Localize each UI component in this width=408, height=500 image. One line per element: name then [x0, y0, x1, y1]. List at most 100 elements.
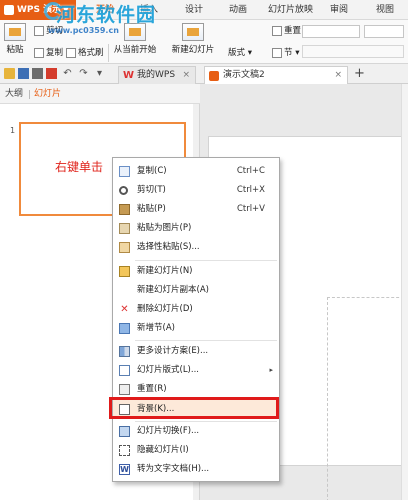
save-icon[interactable]: [18, 68, 29, 79]
menu-bar: WPS 演示 ▼ 开始 插入 设计 动画 幻灯片放映 审阅 视图: [0, 0, 408, 20]
doc-tab-label: 演示文稿2: [223, 70, 265, 80]
menu-item-add-section[interactable]: 新增节(A): [113, 319, 279, 338]
slide-thumbnail-text: 右键单击: [55, 160, 104, 174]
menu-item-label: 新建幻灯片副本(A): [137, 285, 209, 295]
cut-button[interactable]: 剪切: [34, 24, 63, 36]
wps-w-icon: W: [123, 70, 135, 81]
format-painter-button[interactable]: 格式刷: [66, 46, 104, 58]
copy-label: 复制: [46, 48, 64, 58]
menu-item-label: 粘贴(P): [137, 204, 166, 214]
content-placeholder[interactable]: [327, 297, 408, 500]
font-name-select[interactable]: [302, 25, 360, 38]
hide-slide-icon: [119, 445, 130, 456]
tab-home[interactable]: 开始: [96, 0, 114, 20]
chevron-down-icon: ▾: [245, 48, 252, 58]
reset-icon: [272, 25, 282, 36]
menu-item-label: 新增节(A): [137, 323, 175, 333]
section-button[interactable]: 节 ▾: [272, 46, 299, 58]
panel-tabs: 大纲 幻灯片: [0, 84, 200, 104]
menu-separator: [135, 260, 277, 261]
tab-view[interactable]: 视图: [376, 0, 394, 20]
scissors-icon: [34, 25, 44, 36]
undo-icon[interactable]: ↶: [62, 68, 73, 79]
menu-item-paste-as-image[interactable]: 粘贴为图片(P): [113, 219, 279, 238]
menu-item-duplicate-slide[interactable]: 新建幻灯片副本(A): [113, 281, 279, 300]
new-slide-button[interactable]: 新建幻灯片: [170, 23, 216, 55]
wps-logo-icon: [4, 4, 14, 15]
format-painter-label: 格式刷: [78, 48, 104, 58]
close-icon[interactable]: ×: [334, 67, 342, 84]
menu-item-slide-transition[interactable]: 幻灯片切换(F)...: [113, 422, 279, 441]
menu-item-reset[interactable]: 重置(R): [113, 380, 279, 399]
transition-icon: [119, 426, 130, 437]
menu-item-label: 选择性粘贴(S)...: [137, 242, 200, 252]
layout-button[interactable]: 版式 ▾: [228, 46, 252, 58]
submenu-arrow-icon: ▸: [269, 366, 273, 374]
close-icon[interactable]: ×: [182, 67, 190, 84]
new-slide-icon: [182, 23, 204, 41]
menu-item-slide-layout[interactable]: 幻灯片版式(L)... ▸: [113, 361, 279, 380]
copy-icon: [119, 166, 130, 177]
menu-item-shortcut: Ctrl+X: [236, 185, 265, 195]
chevron-down-icon: ▾: [292, 48, 300, 58]
cut-label: 剪切: [46, 26, 64, 36]
menu-item-hide-slide[interactable]: 隐藏幻灯片(I): [113, 441, 279, 460]
font-format-toolbar[interactable]: [302, 45, 404, 58]
section-label: 节: [284, 48, 293, 58]
background-icon: [119, 404, 130, 415]
quick-access-toolbar: ↶ ↷ ▾ W 我的WPS × 演示文稿2 × +: [0, 64, 408, 84]
presentation-icon: [209, 71, 219, 81]
copy-icon: [34, 47, 44, 58]
from-current-label: 从当前开始: [113, 45, 157, 55]
menu-item-new-slide[interactable]: 新建幻灯片(N): [113, 262, 279, 281]
menu-item-shortcut: Ctrl+V: [236, 204, 265, 214]
ribbon: 粘贴 剪切 复制 格式刷 从当前开始 新建幻灯片 版式 ▾ 重置 节 ▾: [0, 20, 408, 64]
menu-item-label: 复制(C): [137, 166, 167, 176]
section-icon: [272, 47, 282, 58]
print-icon[interactable]: [32, 68, 43, 79]
menu-item-cut[interactable]: 剪切(T) Ctrl+X: [113, 181, 279, 200]
export-pdf-icon[interactable]: [46, 68, 57, 79]
menu-item-background[interactable]: 背景(K)...: [113, 400, 279, 419]
doc-tab-presentation[interactable]: 演示文稿2 ×: [204, 66, 348, 84]
section-icon: [119, 323, 130, 334]
redo-icon[interactable]: ↷: [78, 68, 89, 79]
tab-insert[interactable]: 插入: [140, 0, 158, 20]
menu-item-shortcut: Ctrl+C: [236, 166, 265, 176]
menu-item-label: 更多设计方案(E)...: [137, 346, 209, 356]
tab-slides[interactable]: 幻灯片: [34, 84, 61, 104]
menu-item-label: 转为文字文档(H)...: [137, 464, 210, 474]
tab-divider: [29, 90, 30, 99]
editor-scrollbar[interactable]: [401, 84, 408, 500]
open-folder-icon[interactable]: [4, 68, 15, 79]
copy-button[interactable]: 复制: [34, 46, 63, 58]
doc-tab-my-wps[interactable]: W 我的WPS ×: [118, 66, 196, 84]
delete-icon: ✕: [120, 304, 129, 315]
font-size-select[interactable]: [364, 25, 404, 38]
paste-label: 粘贴: [6, 45, 24, 55]
menu-item-paste[interactable]: 粘贴(P) Ctrl+V: [113, 200, 279, 219]
context-menu: 复制(C) Ctrl+C 剪切(T) Ctrl+X 粘贴(P) Ctrl+V 粘…: [112, 157, 280, 482]
menu-item-more-designs[interactable]: 更多设计方案(E)...: [113, 342, 279, 361]
paste-special-icon: [119, 242, 130, 253]
reset-label: 重置: [284, 26, 302, 36]
tab-animation[interactable]: 动画: [229, 0, 247, 20]
menu-item-delete-slide[interactable]: ✕ 删除幻灯片(D): [113, 300, 279, 319]
tab-slideshow[interactable]: 幻灯片放映: [268, 0, 313, 20]
duplicate-slide-icon: [119, 285, 130, 296]
new-tab-plus-icon[interactable]: +: [354, 66, 365, 82]
tab-outline[interactable]: 大纲: [5, 84, 23, 104]
menu-item-label: 隐藏幻灯片(I): [137, 445, 189, 455]
reset-button[interactable]: 重置: [272, 24, 301, 36]
menu-item-label: 剪切(T): [137, 185, 166, 195]
menu-item-paste-special[interactable]: 选择性粘贴(S)...: [113, 238, 279, 257]
menu-item-copy[interactable]: 复制(C) Ctrl+C: [113, 162, 279, 181]
tab-review[interactable]: 审阅: [330, 0, 348, 20]
menu-item-convert-to-text[interactable]: 转为文字文档(H)...: [113, 460, 279, 479]
customize-toolbar-icon[interactable]: ▾: [94, 68, 105, 79]
app-menu-button[interactable]: WPS 演示 ▼: [0, 0, 76, 20]
tab-design[interactable]: 设计: [185, 0, 203, 20]
from-current-button[interactable]: 从当前开始: [112, 23, 158, 55]
paste-button[interactable]: 粘贴: [2, 23, 28, 55]
menu-item-label: 删除幻灯片(D): [137, 304, 193, 314]
